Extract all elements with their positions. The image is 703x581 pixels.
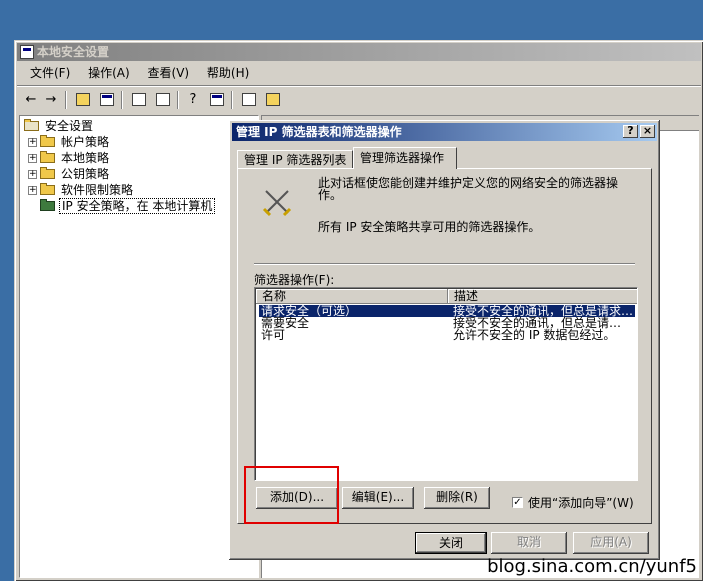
add-remove-icon[interactable] bbox=[263, 89, 283, 109]
shared-note-text: 所有 IP 安全策略共享可用的筛选器操作。 bbox=[318, 220, 541, 234]
new-item-icon[interactable] bbox=[239, 89, 259, 109]
menu-file[interactable]: 文件(F) bbox=[23, 63, 77, 83]
edit-button[interactable]: 编辑(E)... bbox=[342, 487, 414, 509]
tab-ip-filter-list[interactable]: 管理 IP 筛选器列表 bbox=[237, 150, 353, 168]
highlight-annotation-box bbox=[244, 466, 339, 524]
divider bbox=[254, 263, 635, 265]
filter-actions-list[interactable]: 名称 描述 请求安全（可选） 接受不安全的通讯，但总是请求… 需要安全 接受不安… bbox=[254, 287, 638, 481]
properties-icon[interactable] bbox=[129, 89, 149, 109]
menu-separator bbox=[17, 85, 701, 87]
cancel-button[interactable]: 取消 bbox=[491, 532, 567, 554]
list-item[interactable]: 许可 允许不安全的 IP 数据包经过。 bbox=[259, 329, 635, 341]
watermark: blog.sina.com.cn/yunf5 bbox=[487, 556, 697, 577]
action-pane-icon[interactable] bbox=[207, 89, 227, 109]
crossed-swords-icon bbox=[262, 190, 292, 217]
folder-icon bbox=[40, 135, 56, 148]
forward-arrow-icon[interactable]: → bbox=[41, 89, 61, 109]
menu-action[interactable]: 操作(A) bbox=[81, 63, 137, 83]
remove-button[interactable]: 删除(R) bbox=[424, 487, 490, 509]
app-icon bbox=[20, 45, 34, 59]
back-arrow-icon[interactable]: ← bbox=[21, 89, 41, 109]
close-caption-button[interactable]: × bbox=[640, 125, 655, 138]
menu-help[interactable]: 帮助(H) bbox=[200, 63, 256, 83]
tree-item-ip-security-policy[interactable]: IP 安全策略，在 本地计算机 bbox=[40, 198, 216, 214]
tab-filter-actions[interactable]: 管理筛选器操作 bbox=[353, 147, 457, 169]
filter-actions-label: 筛选器操作(F): bbox=[254, 273, 335, 287]
list-item-name: 许可 bbox=[261, 328, 286, 342]
column-header-description[interactable]: 描述 bbox=[448, 289, 637, 304]
ip-security-policy-icon bbox=[40, 199, 56, 212]
toolbar-separator bbox=[231, 91, 233, 109]
refresh-icon[interactable] bbox=[153, 89, 173, 109]
toolbar: ← → ? bbox=[19, 89, 699, 111]
use-add-wizard-checkbox[interactable]: ✓ bbox=[512, 497, 523, 508]
use-add-wizard-label[interactable]: 使用“添加向导”(W) bbox=[528, 494, 634, 511]
list-header: 名称 描述 bbox=[256, 289, 637, 304]
toolbar-separator bbox=[121, 91, 123, 109]
expand-plus-icon[interactable]: + bbox=[28, 186, 37, 195]
tree-item-account-policy[interactable]: 帐户策略 bbox=[40, 134, 111, 150]
apply-button[interactable]: 应用(A) bbox=[573, 532, 649, 554]
list-item-description: 允许不安全的 IP 数据包经过。 bbox=[453, 328, 616, 342]
toolbar-separator bbox=[177, 91, 179, 109]
security-settings-icon bbox=[24, 119, 40, 132]
column-header-name[interactable]: 名称 bbox=[256, 289, 448, 304]
menu-view[interactable]: 查看(V) bbox=[141, 63, 197, 83]
show-hide-tree-icon[interactable] bbox=[97, 89, 117, 109]
main-titlebar: 本地安全设置 bbox=[17, 43, 701, 61]
tree-root[interactable]: 安全设置 bbox=[24, 118, 95, 134]
expand-plus-icon[interactable]: + bbox=[28, 170, 37, 179]
intro-text: 此对话框使您能创建并维护定义您的网络安全的筛选器操作。 bbox=[318, 176, 619, 202]
tree-item-local-policy[interactable]: 本地策略 bbox=[40, 150, 111, 166]
help-icon[interactable]: ? bbox=[183, 89, 203, 109]
close-button[interactable]: 关闭 bbox=[415, 532, 487, 554]
folder-icon bbox=[40, 183, 56, 196]
help-caption-button[interactable]: ? bbox=[623, 125, 638, 138]
expand-plus-icon[interactable]: + bbox=[28, 154, 37, 163]
tree-pane: 安全设置 + 帐户策略 + 本地策略 + 公钥策略 + 软件限制策略 IP 安全… bbox=[19, 115, 259, 578]
menu-bar: 文件(F) 操作(A) 查看(V) 帮助(H) bbox=[17, 63, 701, 83]
tree-item-public-key-policy[interactable]: 公钥策略 bbox=[40, 166, 111, 182]
up-folder-icon[interactable] bbox=[73, 89, 93, 109]
expand-plus-icon[interactable]: + bbox=[28, 138, 37, 147]
toolbar-separator bbox=[65, 91, 67, 109]
tree-item-software-restriction[interactable]: 软件限制策略 bbox=[40, 182, 135, 198]
dialog-title: 管理 IP 筛选器表和筛选器操作 bbox=[236, 125, 402, 139]
main-window-title: 本地安全设置 bbox=[37, 45, 110, 59]
folder-icon bbox=[40, 151, 56, 164]
folder-icon bbox=[40, 167, 56, 180]
dialog-titlebar: 管理 IP 筛选器表和筛选器操作 ? × bbox=[232, 123, 657, 141]
